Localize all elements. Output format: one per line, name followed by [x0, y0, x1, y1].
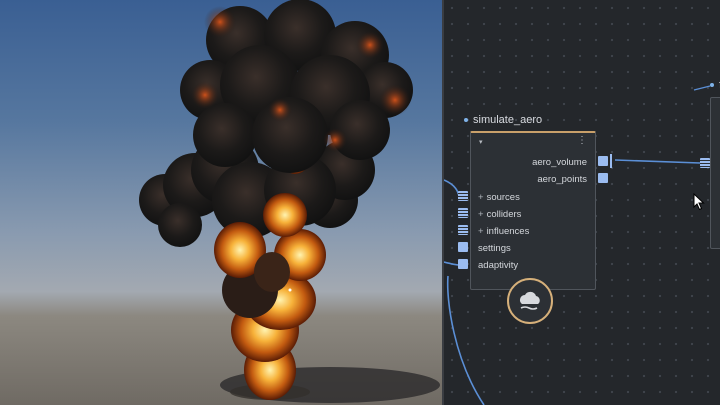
input-label-adaptivity: adaptivity [478, 260, 519, 271]
input-port-adaptivity[interactable] [458, 259, 468, 269]
3d-viewport[interactable] [0, 0, 442, 405]
node-title: simulate_aero [464, 114, 542, 126]
input-label-sources: + sources [478, 192, 520, 203]
node-status-dot [464, 118, 468, 123]
node-graph-editor[interactable]: simulate_aero ▾ ⋮ aero_volume aero_point… [444, 0, 720, 405]
node-title-text: simulate_aero [473, 114, 543, 126]
output-label-aero-volume: aero_volume [532, 157, 587, 168]
next-node[interactable] [710, 97, 720, 249]
next-node-input-port[interactable] [700, 158, 710, 168]
input-label-influences: + influences [478, 226, 530, 237]
output-label-aero-points: aero_points [537, 174, 587, 185]
output-port-aero-points[interactable] [598, 173, 608, 183]
next-node-status-dot [710, 83, 714, 88]
input-port-influences[interactable] [458, 225, 468, 235]
collapse-icon[interactable]: ▾ [479, 138, 483, 146]
port-connector-tick [610, 154, 612, 168]
explosion-render [139, 0, 440, 403]
node-menu-icon[interactable]: ⋮ [577, 136, 587, 146]
simulate-aero-node[interactable]: ▾ ⋮ aero_volume aero_points + sources + co… [470, 131, 596, 290]
input-label-settings: settings [478, 243, 511, 254]
input-port-sources[interactable] [458, 191, 468, 201]
mouse-cursor-icon [693, 193, 705, 211]
input-port-colliders[interactable] [458, 208, 468, 218]
input-label-colliders: + colliders [478, 209, 522, 220]
cloud-icon [507, 278, 553, 324]
next-node-title: fi [710, 79, 720, 91]
output-port-aero-volume[interactable] [598, 156, 608, 166]
input-port-settings[interactable] [458, 242, 468, 252]
